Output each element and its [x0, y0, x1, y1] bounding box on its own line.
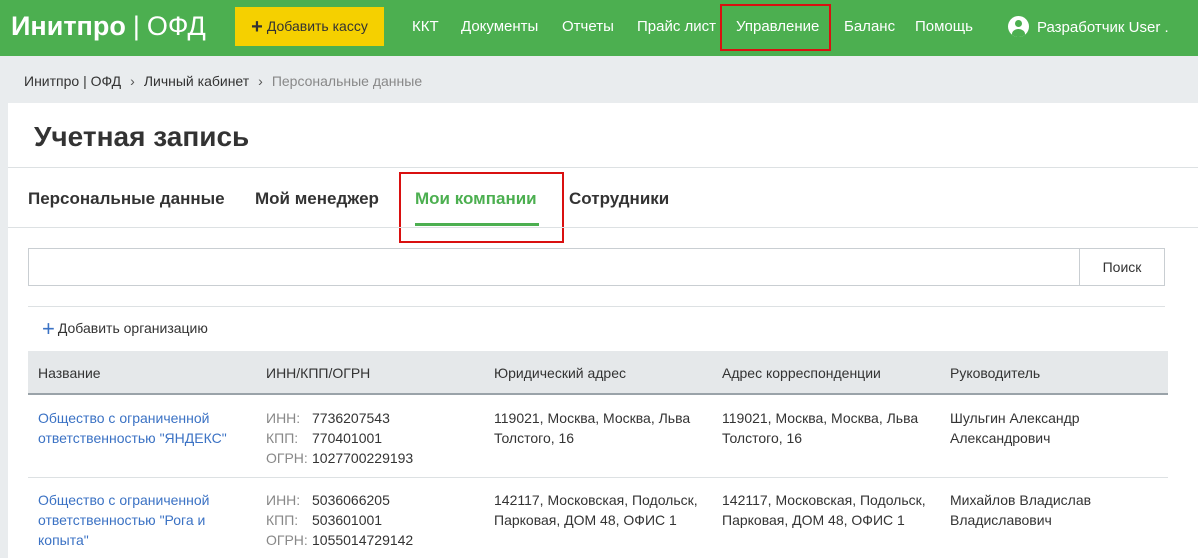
column-header-name[interactable]: Название	[38, 365, 101, 381]
add-organization-button[interactable]: + Добавить организацию	[42, 316, 208, 341]
tab-my-manager[interactable]: Мой менеджер	[255, 188, 379, 210]
company-ids: ИНН: 7736207543 КПП: 770401001 ОГРН: 102770…	[266, 408, 476, 468]
tab-employees[interactable]: Сотрудники	[569, 188, 669, 210]
search-input[interactable]	[28, 248, 1080, 286]
nav-item-reports[interactable]: Отчеты	[562, 17, 614, 37]
breadcrumb-item-cabinet[interactable]: Личный кабинет	[144, 73, 249, 89]
column-header-mail-address[interactable]: Адрес корреспонденции	[722, 365, 881, 381]
nav-item-help[interactable]: Помощь	[915, 17, 973, 37]
column-header-inn[interactable]: ИНН/КПП/ОГРН	[266, 365, 370, 381]
ogrn-label: ОГРН:	[266, 532, 308, 548]
kpp-label: КПП:	[266, 512, 299, 528]
brand-ofd: ОФД	[146, 11, 206, 41]
inn-value: 5036066205	[312, 492, 390, 508]
plus-icon: +	[251, 16, 263, 38]
column-header-legal-address[interactable]: Юридический адрес	[494, 365, 626, 381]
search-button[interactable]: Поиск	[1079, 248, 1165, 286]
company-name-link[interactable]: Общество с ограниченной ответственностью…	[38, 408, 250, 448]
divider	[8, 167, 1198, 168]
company-ids: ИНН: 5036066205 КПП: 503601001 ОГРН: 105501…	[266, 490, 476, 550]
column-header-director[interactable]: Руководитель	[950, 365, 1040, 381]
ogrn-value: 1027700229193	[312, 450, 414, 466]
user-name: Разработчик User .	[1037, 19, 1169, 36]
director-name: Шульгин Александр Александрович	[950, 410, 1080, 446]
plus-icon: +	[42, 316, 55, 341]
director-name: Михайлов Владислав Владиславович	[950, 492, 1092, 528]
my-companies-highlight-box	[399, 172, 564, 243]
kpp-value: 503601001	[312, 512, 383, 528]
breadcrumb-item-current: Персональные данные	[271, 73, 423, 89]
divider	[28, 306, 1165, 307]
ogrn-label: ОГРН:	[266, 450, 308, 466]
account-card: Учетная запись Персональные данные Мой м…	[8, 103, 1198, 558]
legal-address: 119021, Москва, Москва, Льва Толстого, 1…	[494, 410, 691, 446]
nav-item-kkt[interactable]: ККТ	[412, 17, 439, 37]
user-avatar-icon	[1008, 16, 1029, 37]
row-divider	[28, 477, 1168, 478]
mail-address: 142117, Московская, Подольск, Парковая, …	[722, 492, 926, 528]
kpp-value: 770401001	[312, 430, 383, 446]
page-title: Учетная запись	[34, 121, 250, 152]
nav-item-documents[interactable]: Документы	[461, 17, 538, 37]
top-nav-bar: Инитпро | ОФД + Добавить кассу ККТ Документ…	[0, 0, 1198, 56]
breadcrumb-separator: ›	[258, 73, 263, 89]
breadcrumb-item-home[interactable]: Инитпро | ОФД	[24, 73, 121, 89]
nav-item-price-list[interactable]: Прайс лист	[637, 17, 716, 37]
nav-item-balance[interactable]: Баланс	[844, 17, 895, 37]
inn-value: 7736207543	[312, 410, 390, 426]
tab-personal-data[interactable]: Персональные данные	[28, 188, 225, 210]
mail-address: 119021, Москва, Москва, Льва Толстого, 1…	[722, 410, 919, 446]
brand-logo[interactable]: Инитпро | ОФД	[11, 9, 206, 43]
inn-label: ИНН:	[266, 410, 301, 426]
company-name-link[interactable]: Общество с ограниченной ответственностью…	[38, 490, 250, 550]
kpp-label: КПП:	[266, 430, 299, 446]
ogrn-value: 1055014729142	[312, 532, 414, 548]
add-organization-label: Добавить организацию	[57, 320, 208, 336]
divider	[8, 227, 1198, 228]
breadcrumb-separator: ›	[130, 73, 135, 89]
inn-label: ИНН:	[266, 492, 301, 508]
brand-separator: |	[132, 11, 140, 41]
table-header: Название ИНН/КПП/ОГРН Юридический адрес …	[28, 351, 1168, 395]
breadcrumb: Инитпро | ОФД › Личный кабинет › Персональны…	[24, 72, 422, 90]
add-kassa-label: Добавить кассу	[266, 18, 368, 34]
brand-name: Инитпро	[11, 11, 126, 41]
management-highlight-box	[720, 4, 831, 51]
legal-address: 142117, Московская, Подольск, Парковая, …	[494, 492, 698, 528]
user-menu[interactable]: Разработчик User .	[1008, 16, 1169, 39]
add-kassa-button[interactable]: + Добавить кассу	[235, 7, 384, 46]
